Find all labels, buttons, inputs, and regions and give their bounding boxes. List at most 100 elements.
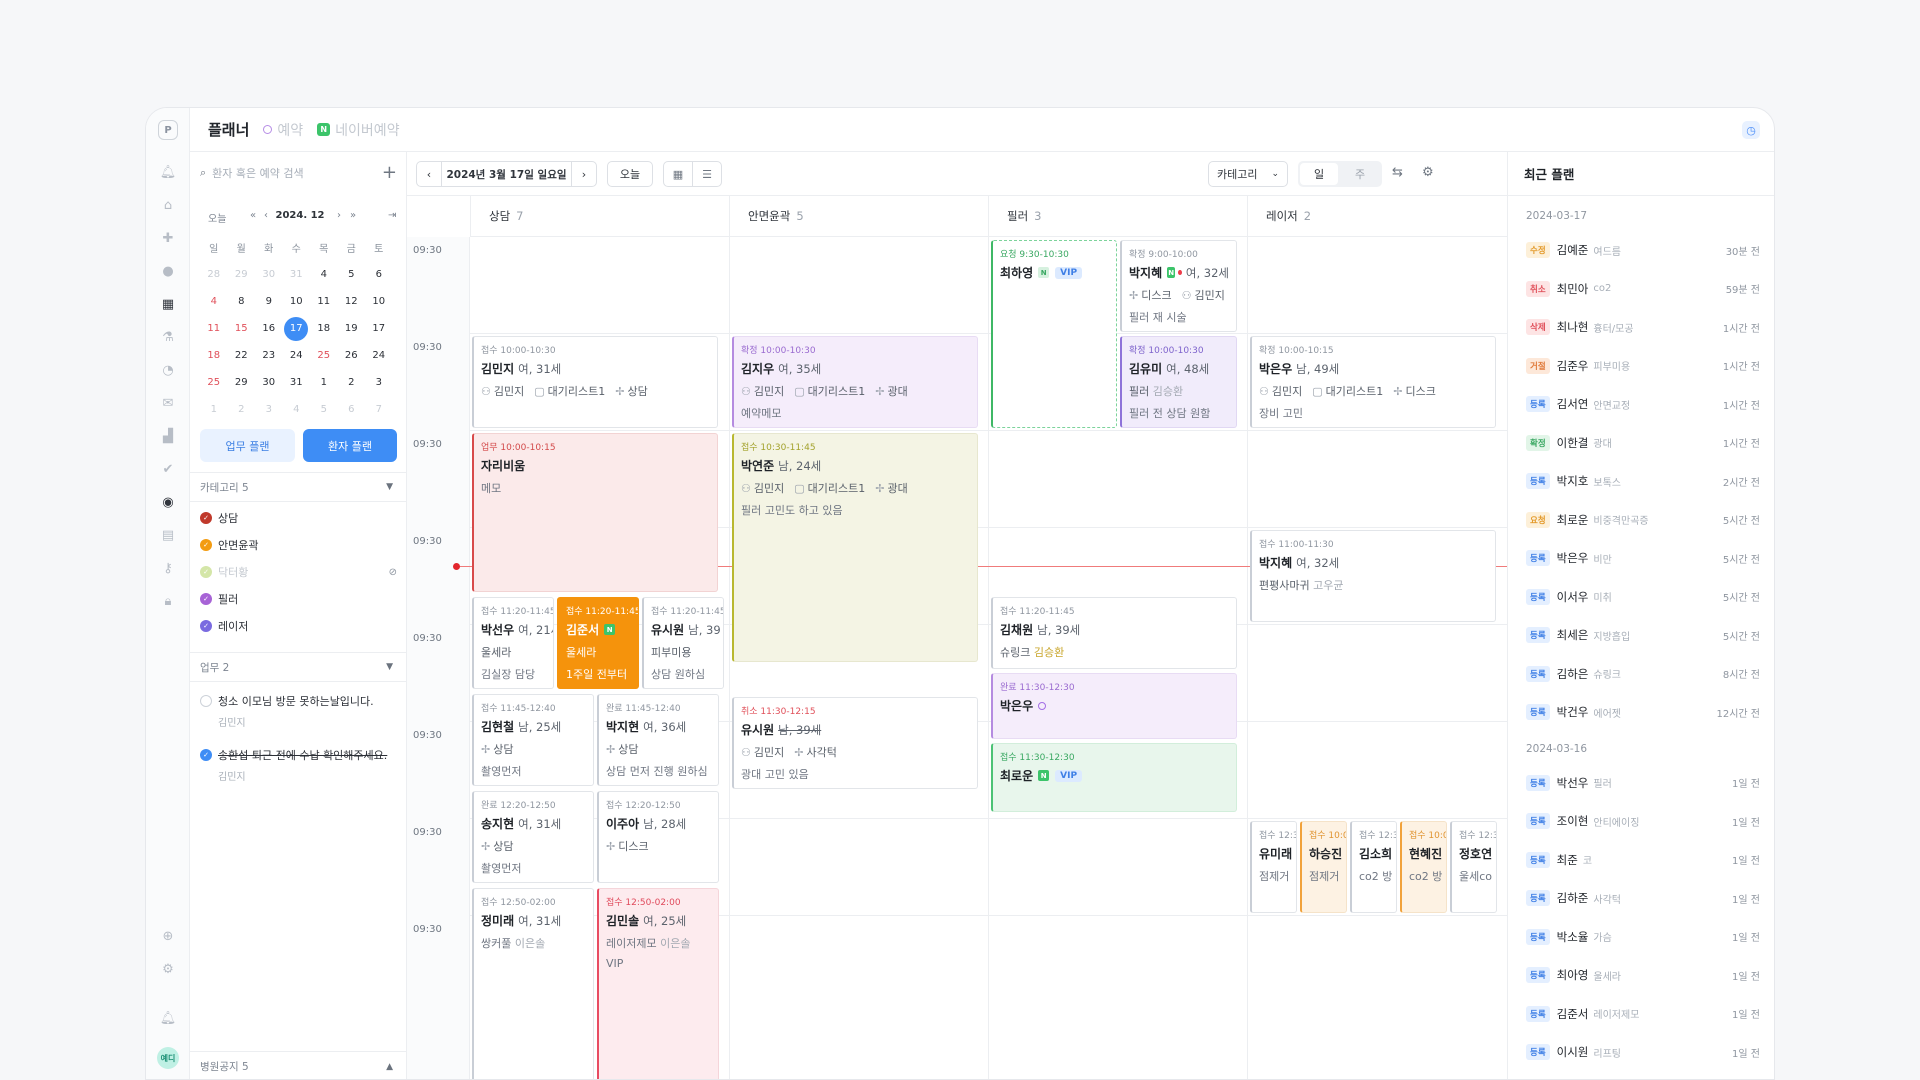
notification-icon[interactable]: 🔔︎	[160, 1010, 177, 1026]
calendar-day[interactable]: 10	[284, 290, 308, 314]
calendar-day[interactable]: 5	[312, 398, 336, 422]
clock-icon[interactable]: ◔	[160, 362, 176, 378]
chevron-down-icon[interactable]: ▼	[386, 662, 393, 672]
recent-plan-item[interactable]: 등록 김하준 사각턱 1일 전	[1526, 888, 1760, 908]
appointment-card[interactable]: 완료 11:30-12:30 박은우	[991, 673, 1237, 739]
recent-plan-item[interactable]: 등록 박은우 비만 5시간 전	[1526, 548, 1760, 568]
book-icon[interactable]: ▤	[160, 527, 176, 543]
appointment-card[interactable]: 접수 10:0 하승진 점제거	[1300, 821, 1347, 913]
appointment-card[interactable]: 완료 11:45-12:40 박지현 여, 36세 ✢ 상담 상담 먼저 진행 원하…	[597, 694, 719, 786]
calendar-day[interactable]: 24	[367, 344, 391, 368]
key-icon[interactable]: ⚷	[160, 560, 176, 576]
calendar-day-selected[interactable]: 17	[284, 316, 309, 341]
category-section-header[interactable]: 카테고리 5 ▼	[190, 472, 407, 502]
calendar-end-icon[interactable]: ⇥	[388, 210, 396, 221]
calendar-day[interactable]: 19	[339, 317, 363, 341]
work-section-header[interactable]: 업무 2 ▼	[190, 652, 407, 682]
calendar-day[interactable]: 4	[284, 398, 308, 422]
category-item[interactable]: ✓ 닥터황 ⊘	[200, 562, 397, 582]
settings-icon[interactable]: ⚙	[1422, 165, 1434, 180]
recent-plan-item[interactable]: 수정 김예준 여드름 30분 전	[1526, 240, 1760, 260]
recent-plan-item[interactable]: 요청 최로운 비중격만곡증 5시간 전	[1526, 510, 1760, 530]
calendar-view-icon[interactable]: ▦	[663, 161, 693, 187]
recent-plan-item[interactable]: 등록 최준 코 1일 전	[1526, 850, 1760, 870]
recent-plan-item[interactable]: 거절 김준우 피부미용 1시간 전	[1526, 356, 1760, 376]
next-day-button[interactable]: ›	[571, 161, 597, 187]
appointment-card-busy[interactable]: 업무 10:00-10:15 자리비움 메모	[472, 433, 718, 592]
app-logo[interactable]: P	[158, 120, 178, 140]
patient-plan-button[interactable]: 환자 플랜	[303, 429, 397, 462]
appointment-card[interactable]: 접수 10:0 현혜진 co2 방	[1400, 821, 1447, 913]
calendar-day[interactable]: 2	[339, 371, 363, 395]
appointment-card[interactable]: 접수 11:30-12:30 최로운 N VIP	[991, 743, 1237, 812]
calendar-day[interactable]: 4	[312, 263, 336, 287]
recent-plan-item[interactable]: 확정 이한결 광대 1시간 전	[1526, 433, 1760, 453]
appointment-card[interactable]: 접수 12:3 정호연 울세co	[1450, 821, 1497, 913]
check-icon[interactable]: ✓	[200, 512, 212, 524]
user-icon[interactable]: ●	[160, 263, 176, 279]
chart-icon[interactable]: ▟	[160, 428, 176, 444]
day-view-button[interactable]: 일	[1300, 163, 1338, 185]
calendar-day[interactable]: 12	[339, 290, 363, 314]
calendar-day[interactable]: 10	[367, 290, 391, 314]
appointment-card-request[interactable]: 요청 9:30-10:30 최하영 N VIP	[991, 240, 1117, 428]
category-item[interactable]: ✓ 레이저	[200, 616, 397, 636]
calendar-day[interactable]: 28	[202, 263, 226, 287]
recent-plan-item[interactable]: 등록 박건우 에어젯 12시간 전	[1526, 702, 1760, 722]
appointment-card[interactable]: 접수 12:3 유미래 점제거	[1250, 821, 1297, 913]
appointment-card[interactable]: 확정 10:00-10:15 박은우 남, 49세 ⚇ 김민지 ▢ 대기리스트1 ✢ 디스크…	[1250, 336, 1496, 428]
check-icon[interactable]: ✓	[200, 593, 212, 605]
recent-plan-item[interactable]: 등록 박지호 보톡스 2시간 전	[1526, 471, 1760, 491]
check-icon[interactable]: ✓	[200, 539, 212, 551]
calendar-day[interactable]: 8	[229, 290, 253, 314]
category-item[interactable]: ✓ 상담	[200, 508, 397, 528]
zoom-icon[interactable]: ⊕	[160, 928, 176, 944]
appointment-card[interactable]: 접수 10:00-10:30 김민지 여, 31세 ⚇ 김민지 ▢ 대기리스트1 ✢ 상담	[472, 336, 718, 428]
check-icon[interactable]: ✓	[200, 620, 212, 632]
calendar-day[interactable]: 31	[284, 371, 308, 395]
calendar-day[interactable]: 30	[257, 263, 281, 287]
calendar-day[interactable]: 11	[202, 317, 226, 341]
category-item[interactable]: ✓ 필러	[200, 589, 397, 609]
category-item[interactable]: ✓ 안면윤곽	[200, 535, 397, 555]
calendar-day[interactable]: 11	[312, 290, 336, 314]
calendar-day[interactable]: 18	[202, 344, 226, 368]
appointment-card[interactable]: 접수 11:45-12:40 김현철 남, 25세 ✢ 상담 촬영먼저	[472, 694, 594, 786]
recent-plan-item[interactable]: 등록 박소율 가슴 1일 전	[1526, 927, 1760, 947]
appointment-card[interactable]: 접수 10:30-11:45 박연준 남, 24세 ⚇ 김민지 ▢ 대기리스트1 ✢ 광대 …	[732, 433, 978, 662]
work-item[interactable]: ✓ 송환섭 퇴근 전에 수납 확인해주세요. 김민지	[200, 747, 400, 783]
calendar-day[interactable]: 30	[257, 371, 281, 395]
calendar-day[interactable]: 15	[229, 317, 253, 341]
prev-day-button[interactable]: ‹	[416, 161, 442, 187]
category-select[interactable]: 카테고리 ⌄	[1208, 161, 1288, 187]
search-input[interactable]: 환자 혹은 예약 검색	[212, 165, 303, 181]
calendar-day[interactable]: 22	[229, 344, 253, 368]
avatar[interactable]: 예디	[157, 1047, 179, 1069]
prev-year-icon[interactable]: «	[250, 210, 256, 221]
calendar-day[interactable]: 4	[202, 290, 226, 314]
history-clock-icon[interactable]: ◷	[1742, 121, 1760, 139]
lock-icon[interactable]: 🔒︎	[160, 593, 176, 609]
appointment-card[interactable]: 확정 10:00-10:30 김지우 여, 35세 ⚇ 김민지 ▢ 대기리스트1 ✢ 광대 …	[732, 336, 978, 428]
recent-plan-item[interactable]: 등록 조이현 안티에이징 1일 전	[1526, 811, 1760, 831]
checkbox[interactable]	[200, 695, 212, 707]
calendar-day[interactable]: 3	[367, 371, 391, 395]
calendar-today-button[interactable]: 오늘	[208, 210, 226, 225]
next-year-icon[interactable]: »	[350, 210, 356, 221]
calendar-day[interactable]: 17	[367, 317, 391, 341]
recent-plan-item[interactable]: 등록 김서연 안면교정 1시간 전	[1526, 394, 1760, 414]
calendar-day[interactable]: 5	[339, 263, 363, 287]
recent-plan-item[interactable]: 삭제 최나현 흉터/모공 1시간 전	[1526, 317, 1760, 337]
appointment-card-selected[interactable]: 접수 11:20-11:45 김준서 N 울세라 1주일 전부터	[557, 597, 639, 689]
list-view-icon[interactable]: ☰	[692, 161, 722, 187]
search-box[interactable]: ⌕ 환자 혹은 예약 검색 +	[200, 162, 397, 184]
mail-icon[interactable]: ✉	[160, 395, 176, 411]
calendar-day[interactable]: 26	[339, 344, 363, 368]
calendar-day[interactable]: 3	[257, 398, 281, 422]
coins-icon[interactable]: ◉	[160, 494, 176, 510]
calendar-day[interactable]: 1	[202, 398, 226, 422]
notice-section-header[interactable]: 병원공지 5 ▲	[190, 1051, 407, 1079]
gear-icon[interactable]: ⚙	[160, 961, 176, 977]
swap-icon[interactable]: ⇆	[1392, 165, 1403, 180]
recent-plan-item[interactable]: 등록 최아영 울세라 1일 전	[1526, 965, 1760, 985]
